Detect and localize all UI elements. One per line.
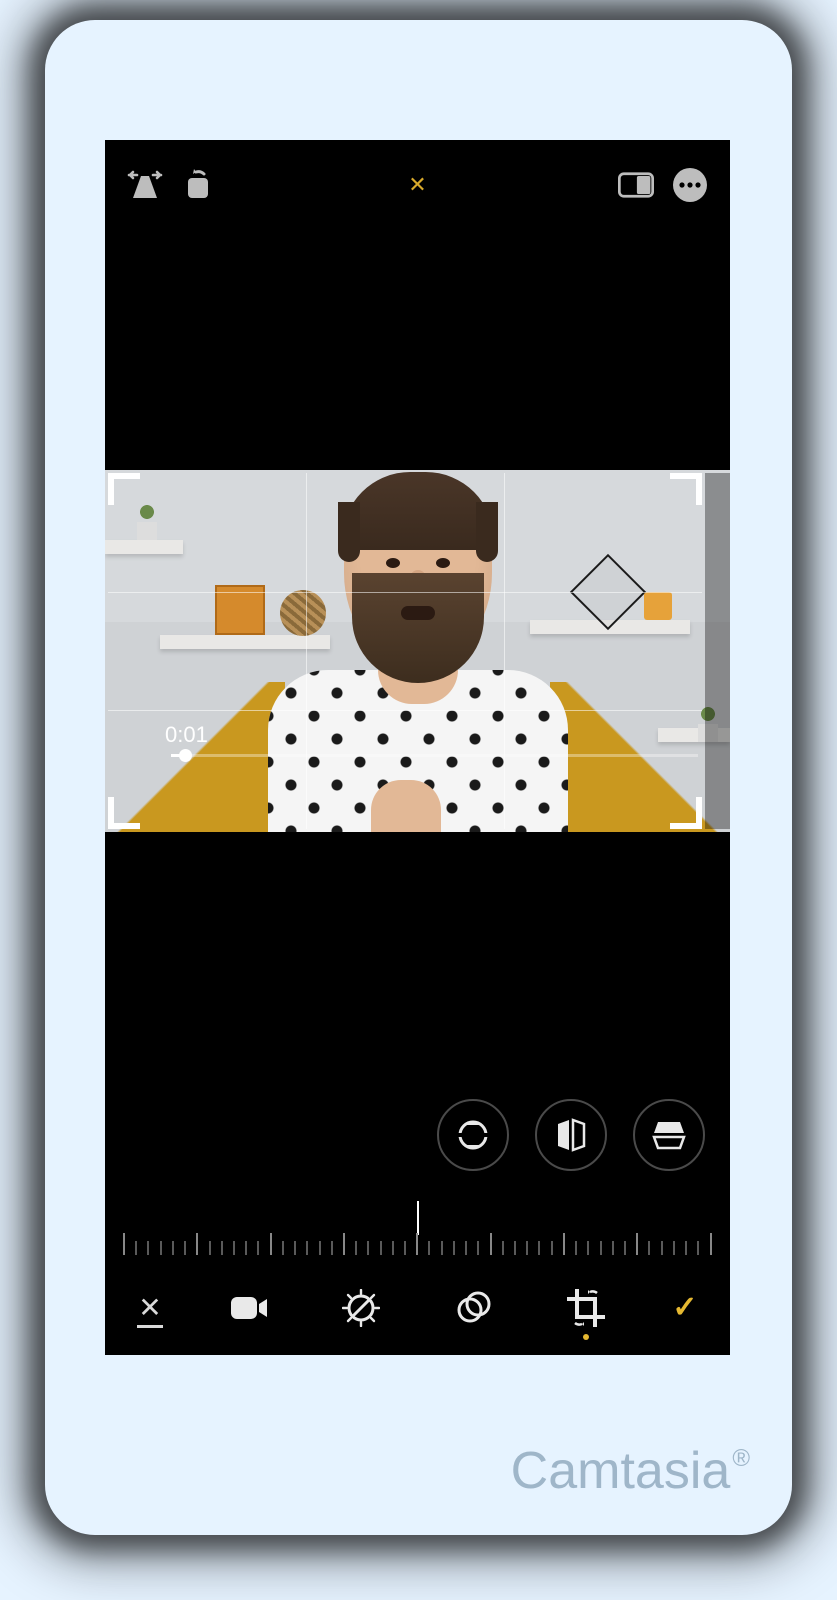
confirm-icon: ✓ [672,1290,697,1325]
cancel-button[interactable]: ✕ [115,1291,185,1324]
scrub-bar[interactable] [171,754,698,757]
bottom-toolbar: ✕ [105,1260,730,1355]
top-toolbar: ✕ [105,140,730,230]
ruler-ticks [123,1225,712,1255]
perspective-icon[interactable] [127,167,163,203]
watermark-mark: ® [732,1445,750,1472]
confirm-button[interactable]: ✓ [650,1290,720,1325]
preview-background [105,470,730,832]
app-screen: ✕ [105,140,730,1355]
tab-video[interactable] [227,1286,271,1330]
person-graphic [268,478,568,832]
scrub-handle[interactable] [179,749,192,762]
tab-filters[interactable] [452,1286,496,1330]
more-icon[interactable] [672,167,708,203]
geometry-buttons [105,1095,705,1175]
rotate-icon[interactable] [181,167,217,203]
flip-horizontal-button[interactable] [633,1099,705,1171]
tab-adjust[interactable] [339,1286,383,1330]
crop-mask [705,473,730,829]
flip-vertical-button[interactable] [535,1099,607,1171]
aspect-ratio-icon[interactable] [618,167,654,203]
straighten-button[interactable] [437,1099,509,1171]
video-preview[interactable]: 0:01 [105,470,730,832]
watermark-text: Camtasia [511,1442,731,1500]
close-label: ✕ [408,172,426,198]
angle-ruler[interactable] [105,1203,730,1263]
tab-crop[interactable] [564,1286,608,1330]
cancel-icon: ✕ [138,1291,161,1324]
watermark: Camtasia® [511,1441,748,1501]
device-frame: ✕ [45,20,792,1535]
close-icon[interactable]: ✕ [400,167,436,203]
timestamp-label: 0:01 [165,722,208,748]
